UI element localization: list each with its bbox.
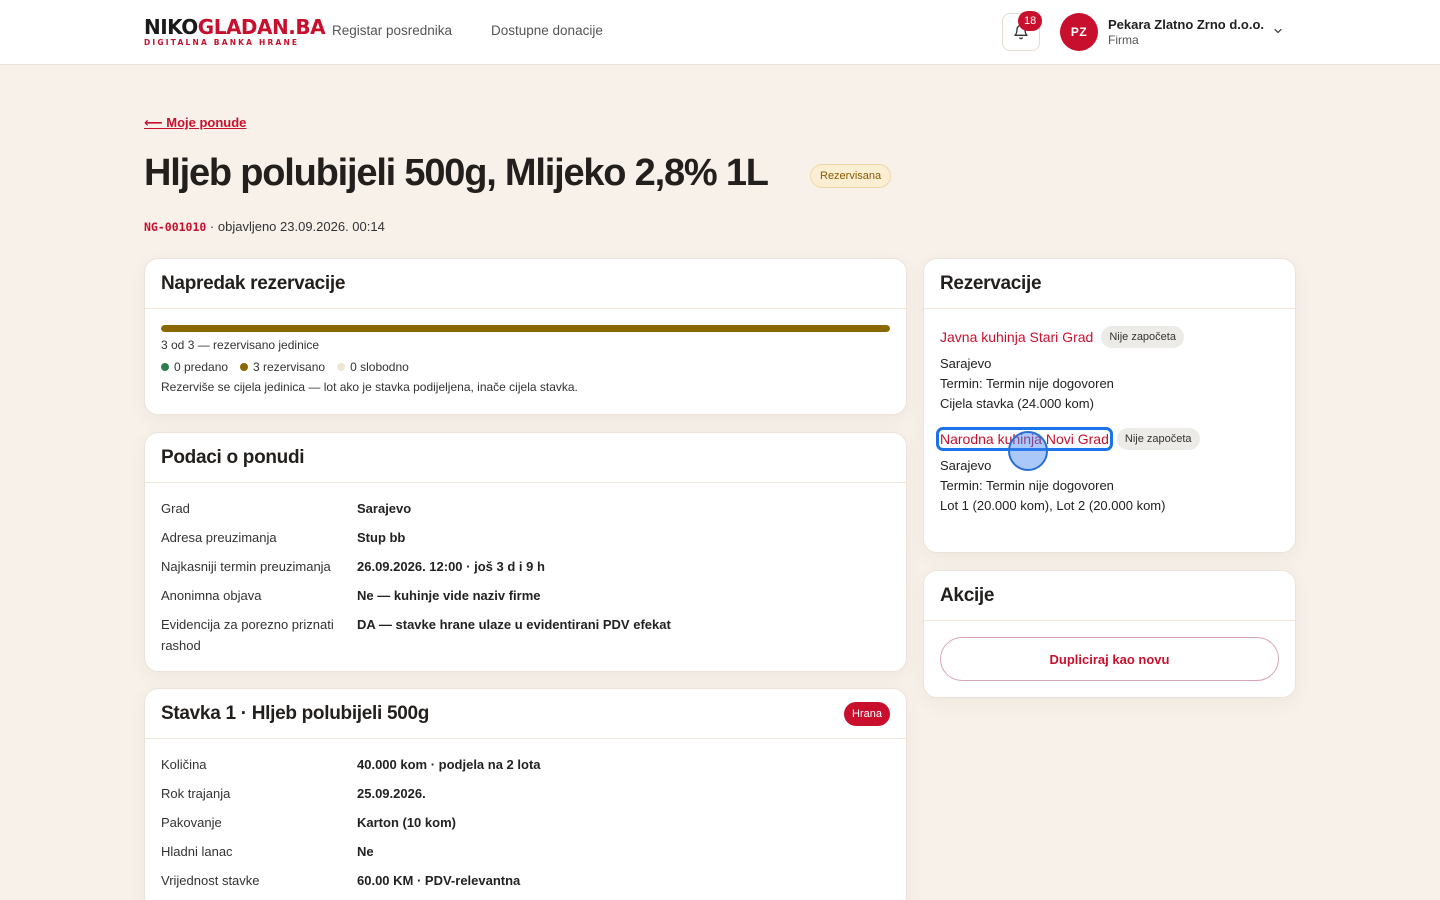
card-title: Stavka 1 · Hljeb polubijeli 500g (161, 702, 430, 724)
site-logo[interactable]: NIKOGLADAN.BA DIGITALNA BANKA HRANE (144, 15, 326, 47)
item-row-rok: Rok trajanja 25.09.2026. (161, 786, 426, 801)
card-title: Napredak rezervacije (161, 272, 346, 294)
reservation-city: Sarajevo (940, 458, 992, 473)
reservation-status-badge: Nije započeta (1116, 428, 1200, 450)
user-role: Firma (1108, 33, 1139, 47)
legend-item-slobodno: 0 slobodno (337, 360, 409, 374)
actions-card: Akcije Dupliciraj kao novu (923, 570, 1296, 698)
logo-tagline: DIGITALNA BANKA HRANE (144, 38, 300, 47)
reservation-term: Termin: Termin nije dogovoren (940, 478, 1114, 493)
legend-dot (337, 363, 346, 371)
reservation-note: Rezerviše se cijela jedinica — lot ako j… (161, 380, 578, 394)
reservation-city: Sarajevo (940, 356, 992, 371)
nav-link-registar-posrednika[interactable]: Registar posrednika (332, 23, 452, 38)
item-card: Stavka 1 · Hljeb polubijeli 500g Hrana K… (144, 688, 907, 900)
legend-dot (161, 363, 169, 371)
detail-row-evidencija: Evidencija za porezno priznati rashod DA … (161, 617, 671, 653)
progress-legend: 0 predano 3 rezervisano 0 slobodno (161, 360, 890, 374)
reservation-term: Termin: Termin nije dogovoren (940, 376, 1114, 391)
reservation-item: Javna kuhinja Stari Grad Nije započeta S… (940, 323, 1279, 411)
item-row-pakovanje: Pakovanje Karton (10 kom) (161, 815, 456, 830)
card-title: Akcije (940, 584, 995, 606)
card-title: Podaci o ponudi (161, 446, 305, 468)
progress-bar (161, 325, 890, 332)
reservation-status-badge: Nije započeta (1101, 326, 1184, 348)
reservation-detail: Lot 1 (20.000 kom), Lot 2 (20.000 kom) (940, 498, 1166, 513)
reservation-detail: Cijela stavka (24.000 kom) (940, 396, 1094, 411)
item-row-vrijednost: Vrijednost stavke 60.00 KM · PDV-relevant… (161, 873, 521, 888)
category-badge: Hrana (844, 701, 890, 726)
notification-count-badge: 18 (1018, 11, 1043, 31)
logo-wordmark: NIKOGLADAN.BA (144, 15, 326, 39)
reservations-card: Rezervacije Javna kuhinja Stari Grad Nij… (923, 258, 1296, 553)
duplicate-button[interactable]: Dupliciraj kao novu (940, 637, 1279, 681)
offer-details-card: Podaci o ponudi Grad Sarajevo Adresa preu… (144, 432, 907, 672)
detail-row-anonimna: Anonimna objava Ne — kuhinje vide naziv f… (161, 588, 541, 603)
page-title: Hljeb polubijeli 500g, Mlijeko 2,8% 1L (144, 152, 769, 194)
legend-dot (240, 363, 249, 371)
nav-link-dostupne-donacije[interactable]: Dostupne donacije (491, 23, 603, 38)
published-date: · objavljeno 23.09.2026. 00:14 (206, 219, 385, 234)
detail-row-termin: Najkasniji termin preuzimanja 26.09.2026.… (161, 559, 545, 574)
reservation-link[interactable]: Javna kuhinja Stari Grad (940, 329, 1093, 345)
legend-item-predano: 0 predano (161, 360, 228, 374)
item-row-kolicina: Količina 40.000 kom · podjela na 2 lota (161, 757, 541, 772)
user-avatar[interactable]: PZ (1060, 13, 1098, 51)
top-navigation-bar: NIKOGLADAN.BA DIGITALNA BANKA HRANE Regi… (0, 0, 1440, 65)
user-name[interactable]: Pekara Zlatno Zrno d.o.o. (1108, 17, 1264, 32)
detail-row-adresa: Adresa preuzimanja Stup bb (161, 530, 406, 545)
chevron-down-icon[interactable] (1272, 25, 1284, 37)
reservation-item: Narodna kuhinja Novi Grad Nije započeta … (936, 425, 1279, 513)
back-link-moje-ponude[interactable]: ⟵ Moje ponude (144, 115, 246, 131)
progress-summary: 3 od 3 — rezervisano jedinice (161, 338, 320, 352)
offer-meta: NG-001010 · objavljeno 23.09.2026. 00:14 (144, 219, 385, 234)
card-title: Rezervacije (940, 272, 1042, 294)
item-row-hladni-lanac: Hladni lanac Ne (161, 844, 374, 859)
progress-bar-fill (161, 325, 890, 332)
mouse-cursor-indicator (1008, 431, 1048, 471)
detail-row-grad: Grad Sarajevo (161, 501, 412, 516)
reservation-progress-card: Napredak rezervacije 3 od 3 — rezervisan… (144, 258, 907, 415)
legend-item-rezervisano: 3 rezervisano (240, 360, 325, 374)
status-badge: Rezervisana (810, 164, 892, 188)
offer-code: NG-001010 (144, 220, 207, 234)
